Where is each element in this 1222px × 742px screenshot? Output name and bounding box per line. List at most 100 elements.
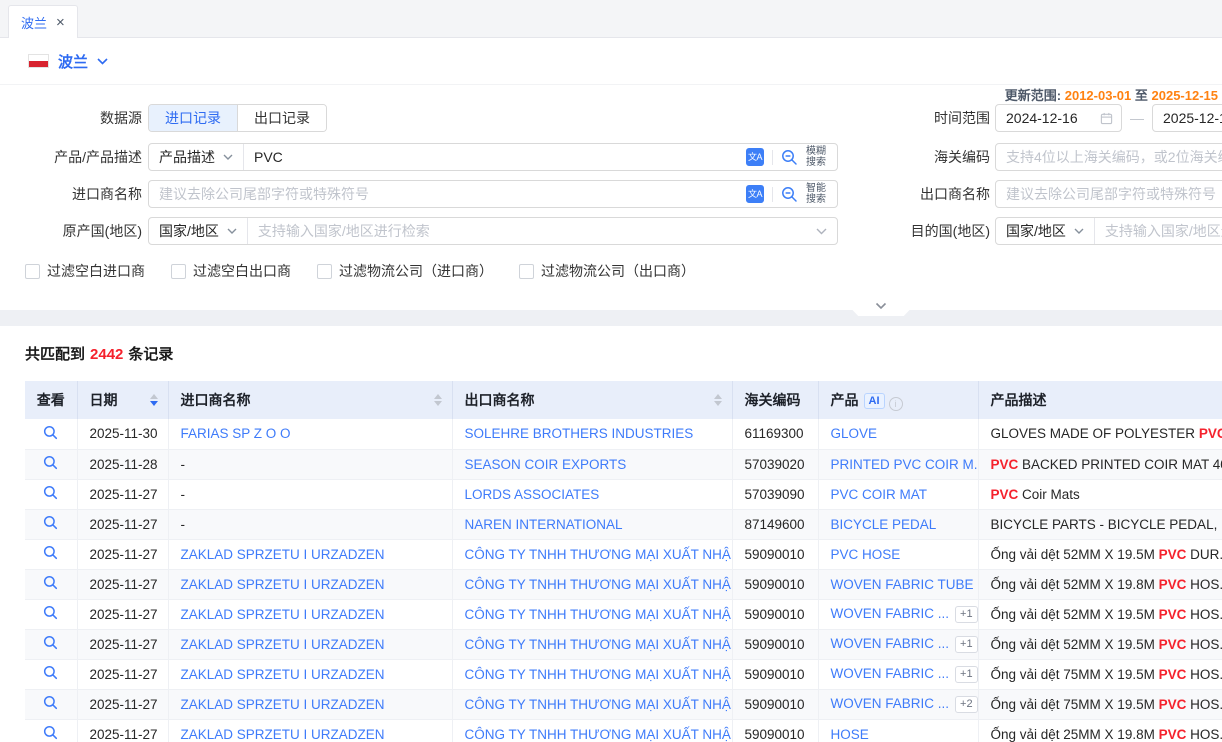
filter-checkbox[interactable]: 过滤空白出口商 [171,261,291,281]
view-cell[interactable] [25,419,77,449]
fuzzy-search-icon[interactable] [781,149,798,166]
destination-country-input[interactable] [1095,218,1222,244]
importer-link[interactable]: ZAKLAD SPRZETU I URZADZEN [181,547,385,562]
filter-checkbox[interactable]: 过滤物流公司（出口商） [519,261,695,281]
product-link[interactable]: WOVEN FABRIC ... [831,606,950,621]
product-type-select[interactable]: 产品描述 [149,144,244,170]
view-record-icon[interactable] [43,575,58,590]
importer-link[interactable]: FARIAS SP Z O O [181,426,291,441]
filter-checkbox[interactable]: 过滤空白进口商 [25,261,145,281]
view-cell[interactable] [25,479,77,509]
update-range-label: 更新范围: [1005,88,1061,103]
view-record-icon[interactable] [43,635,58,650]
importer-link[interactable]: ZAKLAD SPRZETU I URZADZEN [181,637,385,652]
smart-search-icon[interactable] [781,186,798,203]
close-icon[interactable]: × [56,15,65,30]
product-link[interactable]: WOVEN FABRIC TUBE [831,577,974,592]
view-cell[interactable] [25,719,77,742]
exporter-link[interactable]: CÔNG TY TNHH THƯƠNG MẠI XUẤT NHẬP... [465,607,733,622]
tab-export-records[interactable]: 出口记录 [237,105,326,131]
view-cell[interactable] [25,629,77,659]
tab-poland[interactable]: 波兰 × [8,5,78,39]
importer-link[interactable]: - [181,487,186,502]
origin-country-select[interactable]: 国家/地区 [149,218,248,244]
sort-icons-exporter[interactable] [714,394,722,406]
smart-search-label[interactable]: 智能搜索 [806,183,830,205]
translate-icon[interactable]: 文A [746,185,764,203]
more-products-badge[interactable]: +2 [955,696,978,713]
date-start-input[interactable]: 2024-12-16 [995,104,1122,132]
view-cell[interactable] [25,449,77,479]
sort-icons-importer[interactable] [434,394,442,406]
product-link[interactable]: WOVEN FABRIC ... [831,666,950,681]
exporter-link[interactable]: SEASON COIR EXPORTS [465,457,627,472]
view-cell[interactable] [25,599,77,629]
product-link[interactable]: GLOVE [831,426,878,441]
info-icon[interactable]: i [889,397,903,411]
exporter-link[interactable]: CÔNG TY TNHH THƯƠNG MẠI XUẤT NHẬP... [465,667,733,682]
destination-country-select[interactable]: 国家/地区 [996,218,1095,244]
checkbox-icon[interactable] [171,264,186,279]
product-link[interactable]: BICYCLE PEDAL [831,517,937,532]
view-record-icon[interactable] [43,515,58,530]
view-cell[interactable] [25,539,77,569]
sort-icons-date[interactable] [150,394,158,406]
exporter-link[interactable]: CÔNG TY TNHH THƯƠNG MẠI XUẤT NHẬP... [465,697,733,712]
chevron-down-icon[interactable] [97,58,108,65]
view-record-icon[interactable] [43,695,58,710]
importer-link[interactable]: ZAKLAD SPRZETU I URZADZEN [181,727,385,742]
exporter-link[interactable]: SOLEHRE BROTHERS INDUSTRIES [465,426,694,441]
view-record-icon[interactable] [43,665,58,680]
importer-link[interactable]: ZAKLAD SPRZETU I URZADZEN [181,607,385,622]
product-link[interactable]: WOVEN FABRIC ... [831,696,950,711]
hs-code-input[interactable] [996,144,1222,170]
tab-import-records[interactable]: 进口记录 [149,105,237,131]
exporter-input[interactable] [996,181,1222,207]
importer-link[interactable]: ZAKLAD SPRZETU I URZADZEN [181,577,385,592]
column-exporter[interactable]: 出口商名称 [452,381,732,419]
filter-checkbox[interactable]: 过滤物流公司（进口商） [317,261,493,281]
importer-link[interactable]: ZAKLAD SPRZETU I URZADZEN [181,697,385,712]
view-cell[interactable] [25,659,77,689]
product-link[interactable]: PVC HOSE [831,547,901,562]
checkbox-icon[interactable] [519,264,534,279]
exporter-link[interactable]: LORDS ASSOCIATES [465,487,600,502]
more-products-badge[interactable]: +1 [955,606,978,623]
exporter-link[interactable]: CÔNG TY TNHH THƯƠNG MẠI XUẤT NHẬP... [465,637,733,652]
country-selector[interactable]: 波兰 [58,51,88,72]
view-record-icon[interactable] [43,725,58,740]
product-input[interactable] [244,144,746,170]
product-link[interactable]: HOSE [831,727,869,742]
date-end-input[interactable]: 2025-12-15 [1152,104,1222,132]
column-importer[interactable]: 进口商名称 [168,381,452,419]
view-cell[interactable] [25,569,77,599]
checkbox-icon[interactable] [25,264,40,279]
importer-link[interactable]: - [181,517,186,532]
importer-input[interactable] [149,181,746,207]
product-link[interactable]: PVC COIR MAT [831,487,928,502]
exporter-link[interactable]: CÔNG TY TNHH THƯƠNG MẠI XUẤT NHẬP... [465,577,733,592]
view-cell[interactable] [25,509,77,539]
exporter-link[interactable]: NAREN INTERNATIONAL [465,517,623,532]
product-link[interactable]: WOVEN FABRIC ... [831,636,950,651]
column-date[interactable]: 日期 [77,381,168,419]
importer-link[interactable]: - [181,457,186,472]
chevron-down-icon[interactable] [816,228,827,235]
view-record-icon[interactable] [43,545,58,560]
more-products-badge[interactable]: +1 [955,666,978,683]
fuzzy-search-label[interactable]: 模糊搜索 [806,146,830,168]
importer-link[interactable]: ZAKLAD SPRZETU I URZADZEN [181,667,385,682]
checkbox-icon[interactable] [317,264,332,279]
translate-icon[interactable]: 文A [746,148,764,166]
origin-country-input[interactable] [248,218,816,244]
view-record-icon[interactable] [43,605,58,620]
browser-tab-bar: 波兰 × [0,0,1222,38]
more-products-badge[interactable]: +1 [955,636,978,653]
view-record-icon[interactable] [43,455,58,470]
view-record-icon[interactable] [43,425,58,440]
view-cell[interactable] [25,689,77,719]
view-record-icon[interactable] [43,485,58,500]
exporter-link[interactable]: CÔNG TY TNHH THƯƠNG MẠI XUẤT NHẬP... [465,727,733,742]
product-link[interactable]: PRINTED PVC COIR M... [831,457,979,472]
exporter-link[interactable]: CÔNG TY TNHH THƯƠNG MẠI XUẤT NHẬP... [465,547,733,562]
